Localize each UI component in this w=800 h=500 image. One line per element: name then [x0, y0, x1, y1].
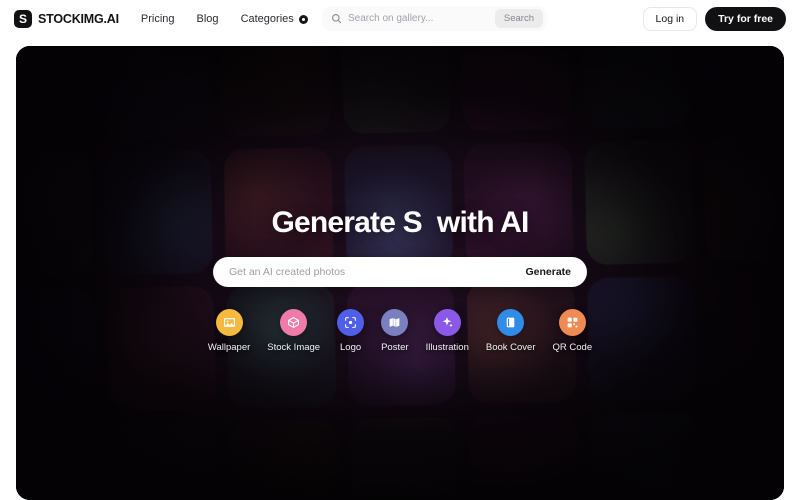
- nav-item-label: Categories: [240, 13, 294, 25]
- category-illustration[interactable]: Illustration: [426, 309, 469, 353]
- category-label: Illustration: [425, 342, 469, 353]
- nav-item-pricing[interactable]: Pricing: [141, 13, 175, 25]
- focus-scan-icon: [337, 309, 365, 336]
- stockimg-logo-icon: S: [14, 10, 32, 28]
- prompt-input[interactable]: [229, 266, 516, 278]
- chevron-down-icon: [298, 14, 308, 24]
- category-shortcuts: Wallpaper Stock Image Logo Poster Illustrati…: [208, 309, 592, 353]
- category-label: QR Code: [552, 342, 593, 353]
- gallery-search-bar[interactable]: Search: [322, 6, 547, 31]
- category-logo[interactable]: Logo: [337, 309, 365, 353]
- try-for-free-button[interactable]: Try for free: [705, 7, 786, 31]
- nav-item-categories[interactable]: Categories: [241, 13, 308, 25]
- header-actions: Log in Try for free: [642, 7, 786, 31]
- category-book-cover[interactable]: Book Cover: [486, 309, 536, 353]
- image-icon: [215, 309, 243, 336]
- category-qr-code[interactable]: QR Code: [552, 309, 593, 353]
- search-icon: [331, 13, 342, 24]
- generate-button[interactable]: Generate: [515, 261, 581, 283]
- brand-logo[interactable]: S STOCKIMG.AI: [14, 10, 119, 28]
- map-icon: [381, 309, 409, 336]
- nav-item-blog[interactable]: Blog: [197, 13, 219, 25]
- hero-content: Generate S with AI Generate Wallpaper Sto…: [16, 46, 784, 500]
- category-stock-image[interactable]: Stock Image: [267, 309, 320, 353]
- category-poster[interactable]: Poster: [381, 309, 409, 353]
- hero-title: Generate S with AI: [271, 206, 529, 239]
- hero-banner: Generate S with AI Generate Wallpaper Sto…: [16, 46, 784, 500]
- brand-name: STOCKIMG.AI: [38, 12, 119, 26]
- search-input[interactable]: [348, 13, 495, 24]
- category-label: Logo: [340, 342, 362, 353]
- nav-item-label: Blog: [196, 13, 219, 25]
- login-button[interactable]: Log in: [642, 7, 698, 31]
- book-icon: [497, 309, 525, 336]
- search-button[interactable]: Search: [494, 9, 543, 28]
- category-label: Poster: [381, 342, 409, 353]
- box-icon: [280, 309, 308, 336]
- site-header: S STOCKIMG.AI Pricing Blog Categories Ga…: [0, 0, 800, 38]
- nav-item-label: Pricing: [140, 13, 175, 25]
- sparkle-icon: [433, 309, 461, 336]
- qr-grid-icon: [558, 309, 586, 336]
- category-label: Stock Image: [267, 342, 321, 353]
- category-wallpaper[interactable]: Wallpaper: [208, 309, 250, 353]
- category-label: Book Cover: [485, 342, 536, 353]
- category-label: Wallpaper: [207, 342, 251, 353]
- ai-prompt-bar[interactable]: Generate: [213, 257, 587, 287]
